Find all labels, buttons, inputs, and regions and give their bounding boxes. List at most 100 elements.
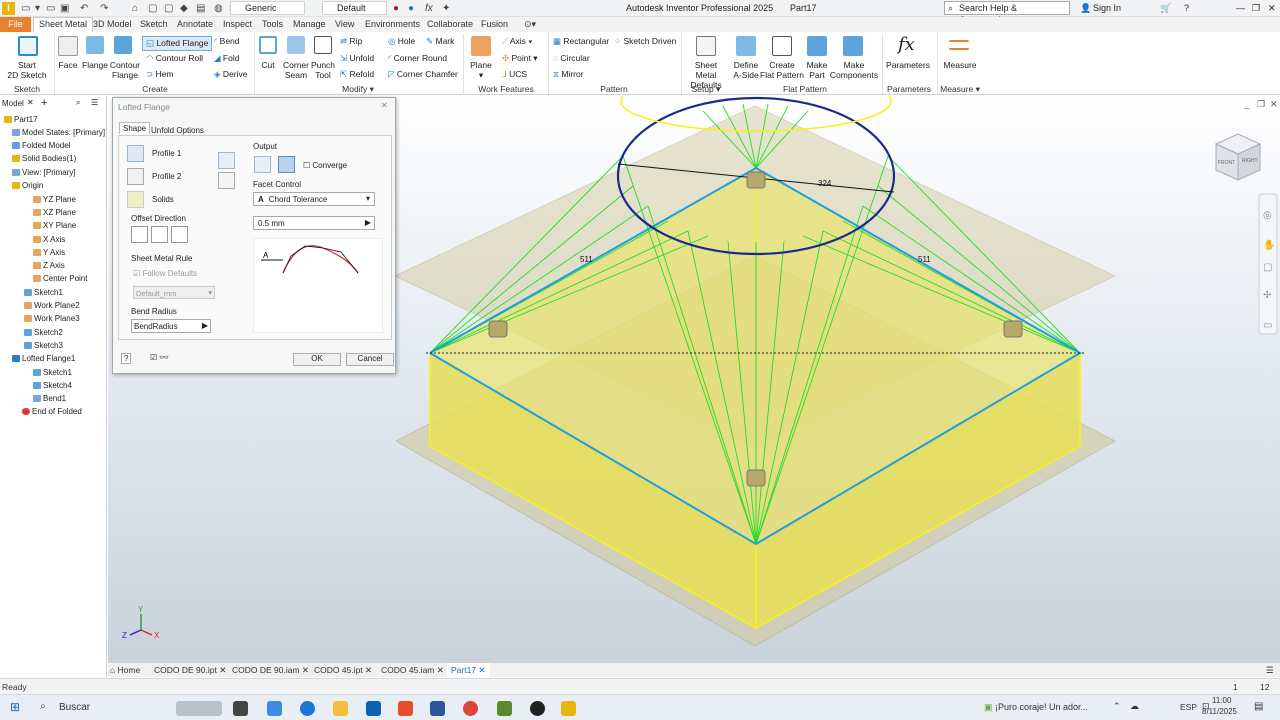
doc-tab-home[interactable]: ⌂ Home — [110, 665, 140, 675]
tab-file[interactable]: File — [0, 17, 31, 32]
dim-top[interactable]: 324 — [818, 179, 832, 188]
doc-tab[interactable]: CODO DE 90.iam ✕ — [232, 665, 309, 676]
open-icon[interactable]: ▭ — [46, 3, 55, 14]
sphere-icon[interactable]: ● — [408, 3, 414, 14]
tree-item-y-axis[interactable]: Y Axis — [33, 248, 65, 257]
solids-select-icon[interactable] — [127, 191, 144, 208]
tab-overflow-icon[interactable]: ⊙▾ — [524, 19, 536, 30]
doc-tab[interactable]: CODO 45.iam ✕ — [381, 665, 444, 676]
tree-item-folded-model[interactable]: Folded Model — [12, 141, 70, 150]
search-icon[interactable]: ⌕ — [76, 98, 80, 108]
close-icon[interactable]: ✕ — [302, 665, 309, 675]
tab-inspect[interactable]: Inspect — [223, 19, 252, 29]
restore-button[interactable]: ❐ — [1252, 3, 1260, 14]
offset-direction3-icon[interactable] — [171, 226, 188, 243]
bend-glyph[interactable] — [746, 171, 766, 189]
fx-icon[interactable]: fx — [425, 3, 433, 14]
close-button[interactable]: ✕ — [1268, 3, 1276, 14]
clock-date[interactable]: 8/11/2025 — [1202, 707, 1237, 716]
tree-item-xy-plane[interactable]: XY Plane — [33, 221, 76, 230]
color-icon[interactable]: ● — [393, 3, 399, 14]
offset-direction2-icon[interactable] — [151, 226, 168, 243]
orbit-icon[interactable]: ✢ — [1263, 290, 1271, 301]
file-explorer-icon[interactable] — [333, 701, 348, 716]
profile1-select-icon[interactable] — [127, 145, 144, 162]
group-modify[interactable]: Modify ▾ — [258, 84, 458, 95]
print-icon[interactable]: ▤ — [196, 3, 205, 14]
cart-icon[interactable]: 🛒 — [1160, 3, 1171, 14]
chevron-up-icon[interactable]: ⌃ — [1113, 701, 1121, 712]
tree-item-sketch3[interactable]: Sketch3 — [24, 341, 63, 350]
tree-item-end-of-folded[interactable]: End of Folded — [22, 407, 82, 416]
tab-environments[interactable]: Environments — [365, 19, 420, 29]
make-components-button[interactable]: Make Components — [828, 60, 880, 80]
offset-direction1-icon[interactable] — [131, 226, 148, 243]
mirror-button[interactable]: ⧖ Mirror — [553, 69, 584, 80]
taskbar-search[interactable]: Buscar — [59, 702, 90, 713]
viewport-minimize-icon[interactable]: _ — [1243, 99, 1250, 109]
hem-button[interactable]: ⊃ Hem — [146, 69, 173, 80]
chrome-icon[interactable] — [463, 701, 478, 716]
point-button[interactable]: ✣ Point ▾ — [502, 53, 538, 64]
inventor-logo[interactable]: I — [2, 2, 15, 15]
tab-menu-icon[interactable]: ☰ — [1266, 665, 1274, 676]
tree-item-z-axis[interactable]: Z Axis — [33, 261, 65, 270]
thickness-icon[interactable] — [218, 152, 235, 169]
tree-item-lofted-flange1[interactable]: Lofted Flange1 — [12, 354, 75, 363]
bend-glyph[interactable] — [746, 469, 766, 487]
tree-item-yz-plane[interactable]: YZ Plane — [33, 195, 76, 204]
home-icon[interactable]: ⌂ — [132, 3, 138, 14]
onedrive-icon[interactable]: ☁ — [1130, 701, 1139, 712]
taskbar-search-icon[interactable]: ⌕ — [40, 701, 46, 712]
bend-glyph[interactable] — [488, 320, 508, 338]
outlook-icon[interactable] — [366, 701, 381, 716]
ucs-button[interactable]: ⅃ UCS — [502, 69, 527, 80]
menu-icon[interactable]: ☰ — [91, 98, 98, 107]
undo-icon[interactable]: ↶ — [80, 3, 88, 14]
doc-tab-active[interactable]: Part17 ✕ — [447, 663, 490, 678]
create-flat-pattern-button[interactable]: Create Flat Pattern — [760, 60, 804, 80]
material-select[interactable]: Generic — [230, 1, 305, 15]
press-brake-icon[interactable] — [254, 156, 271, 173]
new-icon[interactable]: ▭ — [21, 3, 30, 14]
update-icon[interactable]: ▢ — [148, 3, 157, 14]
word-icon[interactable] — [430, 701, 445, 716]
clock-time[interactable]: 11:00 — [1212, 696, 1231, 705]
parameters-button[interactable]: Parameters — [884, 60, 932, 70]
brave-icon[interactable] — [398, 701, 413, 716]
windows-start-icon[interactable]: ⊞ — [10, 700, 20, 714]
tab-annotate[interactable]: Annotate — [177, 19, 213, 29]
contour-roll-button[interactable]: ◠ Contour Roll — [146, 53, 203, 64]
bend-button[interactable]: ◜ Bend — [214, 36, 240, 47]
tab-sketch[interactable]: Sketch — [140, 19, 168, 29]
tree-item-center-point[interactable]: Center Point — [33, 274, 87, 283]
tab-3d-model[interactable]: 3D Model — [93, 19, 132, 29]
rectangular-button[interactable]: ▦ Rectangular — [553, 36, 609, 47]
notifications-icon[interactable]: ▤ — [1254, 701, 1263, 712]
close-icon[interactable]: ✕ — [437, 665, 444, 675]
appearance-icon[interactable]: ◍ — [214, 3, 223, 14]
start-sketch-button[interactable]: Start 2D Sketch — [4, 60, 50, 80]
group-setup[interactable]: Setup ▾ — [684, 84, 728, 95]
tree-item-sketch2[interactable]: Sketch2 — [24, 328, 63, 337]
tree-item-sketch4[interactable]: Sketch4 — [33, 381, 72, 390]
appearance-select[interactable]: Default — [322, 1, 387, 15]
look-at-icon[interactable]: ▭ — [1263, 320, 1272, 331]
tree-item-work-plane3[interactable]: Work Plane3 — [24, 314, 80, 323]
tree-item-sketch1-child[interactable]: Sketch1 — [33, 368, 72, 377]
corner-chamfer-button[interactable]: ◸ Corner Chamfer — [388, 69, 458, 80]
hole-button[interactable]: ◎ Hole — [388, 36, 415, 47]
tree-item-sketch1[interactable]: Sketch1 — [24, 288, 63, 297]
tree-item-work-plane2[interactable]: Work Plane2 — [24, 301, 80, 310]
tree-item-origin[interactable]: Origin — [12, 181, 43, 190]
save-icon[interactable]: ▣ — [60, 3, 69, 14]
sketch-driven-button[interactable]: ⁘ Sketch Driven — [614, 36, 676, 47]
unfold-button[interactable]: ⇲ Unfold — [340, 53, 374, 64]
close-icon[interactable]: ✕ — [365, 665, 372, 675]
steering-wheel-icon[interactable]: ◎ — [1263, 210, 1272, 221]
facet-control-select[interactable]: A Chord Tolerance ▾ — [253, 192, 375, 206]
task-view-icon[interactable] — [233, 701, 248, 716]
close-icon[interactable]: ✕ — [478, 665, 485, 675]
tab-collaborate[interactable]: Collaborate — [427, 19, 473, 29]
tab-view[interactable]: View — [335, 19, 354, 29]
